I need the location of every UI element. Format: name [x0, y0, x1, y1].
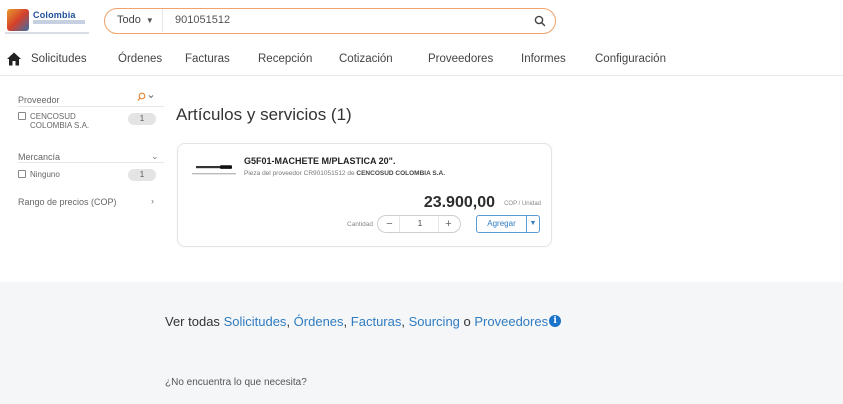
search-bar: Todo ▼ 901051512 [104, 8, 556, 34]
chevron-right-icon[interactable]: › [151, 196, 154, 206]
main-nav: Solicitudes Órdenes Facturas Recepción C… [0, 44, 843, 76]
link-proveedores[interactable]: Proveedores [474, 314, 548, 329]
count-badge: 1 [128, 169, 156, 181]
view-all-line: Ver todas Solicitudes, Órdenes, Facturas… [165, 314, 562, 329]
quantity-stepper: − 1 + [377, 215, 461, 233]
nav-ordenes[interactable]: Órdenes [118, 53, 162, 65]
item-card: G5F01-MACHETE M/PLASTICA 20". Pieza del … [177, 143, 552, 247]
item-title[interactable]: G5F01-MACHETE M/PLASTICA 20". [244, 156, 395, 166]
count-badge: 1 [128, 113, 156, 125]
quantity-input[interactable]: 1 [410, 216, 430, 232]
search-input[interactable]: 901051512 [175, 9, 230, 32]
item-subtitle-prefix: Pieza del proveedor CR901051512 de [244, 170, 355, 177]
filter-heading-mercancia[interactable]: Mercancía [18, 152, 60, 162]
footer-panel: Ver todas Solicitudes, Órdenes, Facturas… [0, 282, 843, 404]
chevron-down-icon: ▼ [145, 16, 154, 25]
filter-divider [18, 106, 164, 107]
search-scope-label: Todo [117, 14, 141, 26]
search-scope-dropdown[interactable]: Todo ▼ [105, 9, 163, 32]
search-icon[interactable] [533, 14, 547, 28]
add-button[interactable]: Agregar [476, 215, 527, 233]
separator-or: o [463, 314, 471, 329]
home-icon[interactable] [6, 51, 22, 67]
top-bar: Colombia Todo ▼ 901051512 [0, 0, 843, 42]
nav-facturas[interactable]: Facturas [185, 53, 230, 65]
merchandise-option-label: Ninguno [30, 170, 60, 179]
info-icon[interactable]: i [549, 315, 562, 327]
logo-underline [5, 32, 89, 34]
nav-recepcion[interactable]: Recepción [258, 53, 312, 65]
nav-informes[interactable]: Informes [521, 53, 566, 65]
nav-cotizacion[interactable]: Cotización [339, 53, 393, 65]
item-supplier: CENCOSUD COLOMBIA S.A. [356, 170, 446, 177]
filter-heading-proveedor: Proveedor [18, 95, 60, 105]
chevron-down-icon: ▼ [529, 220, 537, 227]
company-logo[interactable]: Colombia [5, 7, 89, 35]
view-all-prefix: Ver todas [165, 314, 220, 329]
increment-button[interactable]: + [438, 216, 458, 232]
logo-mark [7, 9, 29, 31]
link-sourcing[interactable]: Sourcing [409, 314, 460, 329]
results-title: Artículos y servicios (1) [176, 105, 352, 124]
link-facturas[interactable]: Facturas [351, 314, 402, 329]
add-options-dropdown[interactable]: ▼ [526, 215, 540, 233]
checkbox[interactable] [18, 112, 26, 120]
filter-divider [18, 162, 164, 163]
logo-text: Colombia [33, 10, 76, 20]
not-found-prompt: ¿No encuentra lo que necesita? [165, 377, 307, 388]
provider-option-line1: CENCOSUD [30, 112, 76, 121]
filter-option-merchandise[interactable]: Ninguno [18, 170, 60, 179]
item-subtitle: Pieza del proveedor CR901051512 de CENCO… [244, 170, 445, 177]
product-thumbnail[interactable] [190, 160, 238, 178]
item-unit: COP / Unidad [504, 201, 541, 207]
nav-proveedores[interactable]: Proveedores [428, 53, 493, 65]
chevron-down-icon[interactable]: ⌄ [151, 151, 159, 162]
nav-configuracion[interactable]: Configuración [595, 53, 666, 65]
checkbox[interactable] [18, 170, 26, 178]
quantity-label: Cantidad [347, 221, 374, 228]
decrement-button[interactable]: − [380, 216, 400, 232]
filter-search-icon[interactable] [136, 92, 156, 102]
link-solicitudes[interactable]: Solicitudes [224, 314, 287, 329]
item-price: 23.900,00 [423, 194, 495, 211]
provider-option-line2: COLOMBIA S.A. [30, 121, 90, 130]
nav-solicitudes[interactable]: Solicitudes [31, 53, 87, 65]
filter-heading-price-range[interactable]: Rango de precios (COP) [18, 197, 117, 207]
link-ordenes[interactable]: Órdenes [294, 314, 344, 329]
logo-tagline-bar [33, 20, 85, 24]
filter-option-provider[interactable]: CENCOSUD COLOMBIA S.A. [18, 112, 89, 130]
